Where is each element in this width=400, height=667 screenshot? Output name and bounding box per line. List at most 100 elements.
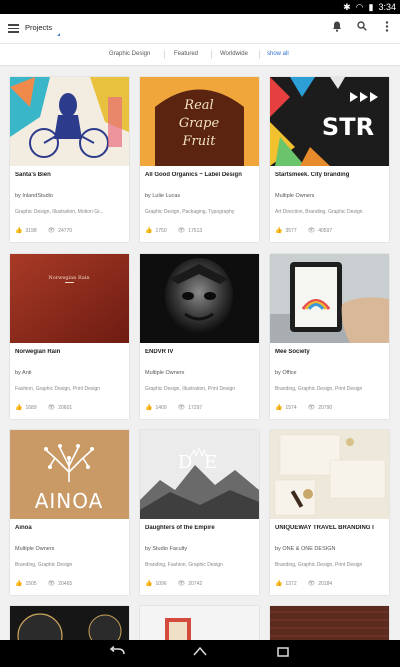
project-stats: 👍 3198 👁 24770 — [15, 227, 73, 235]
search-icon[interactable] — [355, 21, 369, 35]
eye-icon: 👁 — [47, 228, 56, 234]
svg-text:AINOA: AINOA — [35, 489, 104, 513]
project-thumbnail[interactable]: AINOA — [10, 430, 129, 519]
project-stats: 👍 1689 👁 20601 — [15, 404, 72, 412]
project-owner[interactable]: by InlandStudio — [15, 193, 53, 199]
project-card[interactable] — [140, 606, 259, 640]
project-stats: 👍 1409 👁 17297 — [145, 404, 202, 412]
project-owner[interactable]: by Anti — [15, 370, 32, 376]
status-bar: ✱ ◠ ▮ 3:34 — [0, 0, 400, 14]
thumbnail-lettering: Real — [183, 98, 213, 113]
project-thumbnail[interactable] — [270, 254, 389, 343]
system-navigation-bar — [0, 640, 400, 667]
project-thumbnail[interactable] — [140, 254, 259, 343]
svg-text:Norwegian Rain: Norwegian Rain — [48, 275, 90, 281]
views-count: 40597 — [318, 227, 333, 234]
page-title[interactable]: Projects — [25, 23, 52, 32]
project-card[interactable]: STR Startsmeek. City branding Multiple O… — [270, 77, 389, 242]
views-count: 17513 — [188, 227, 203, 234]
project-stats: 👍 1505 👁 20465 — [15, 580, 73, 588]
project-card[interactable]: UNIQUEWAY TRAVEL BRANDING I by ONE & ONE… — [270, 430, 389, 595]
overflow-menu-icon[interactable] — [380, 21, 394, 35]
project-fields: Fashion, Graphic Design, Print Design — [15, 386, 101, 392]
home-icon[interactable] — [191, 646, 209, 660]
project-stats: 👍 1096 👁 20742 — [145, 580, 202, 588]
views-count: 20465 — [58, 580, 73, 587]
project-card[interactable]: Real Grape Fruit All Good Organics ~ Lab… — [140, 77, 259, 242]
eye-icon: 👁 — [307, 581, 316, 587]
project-thumbnail[interactable] — [140, 606, 259, 640]
likes-count: 1096 — [155, 580, 167, 587]
project-owner[interactable]: Multiple Owners — [15, 546, 54, 552]
thumbs-up-icon: 👍 — [15, 405, 23, 411]
likes-count: 1689 — [25, 404, 37, 411]
project-fields: Graphic Design, Packaging, Typography — [145, 209, 235, 215]
thumbs-up-icon: 👍 — [145, 405, 153, 411]
thumbs-up-icon: 👍 — [275, 581, 283, 587]
project-grid: Santa's Bien by InlandStudio Graphic Des… — [0, 66, 400, 640]
project-thumbnail[interactable]: Norwegian Rain — [10, 254, 129, 343]
eye-icon: 👁 — [47, 581, 56, 587]
project-thumbnail[interactable] — [10, 606, 129, 640]
project-card[interactable]: AINOA Ainoa Multiple Owners Branding, Gr… — [10, 430, 129, 595]
project-owner[interactable]: by Studio Faculty — [145, 546, 187, 552]
likes-count: 1409 — [155, 404, 167, 411]
project-thumbnail[interactable]: D E — [140, 430, 259, 519]
project-fields: Branding, Graphic Design, Print Design — [275, 562, 363, 568]
project-card[interactable]: Mee Society by Office Branding, Graphic … — [270, 254, 389, 419]
project-card[interactable]: D E Daughters of the Empire by Studio Fa… — [140, 430, 259, 595]
project-title[interactable]: UNIQUEWAY TRAVEL BRANDING I — [275, 525, 387, 531]
filter-location[interactable]: Worldwide — [220, 51, 248, 57]
eye-icon: 👁 — [47, 405, 56, 411]
project-title[interactable]: Santa's Bien — [15, 172, 127, 178]
likes-count: 1505 — [25, 580, 37, 587]
project-fields: Graphic Design, Illustration, Motion Gr.… — [15, 209, 104, 215]
eye-icon: 👁 — [177, 405, 186, 411]
filter-field[interactable]: Graphic Design — [109, 51, 150, 57]
thumbs-up-icon: 👍 — [145, 228, 153, 234]
project-thumbnail[interactable] — [10, 77, 129, 166]
project-title[interactable]: Mee Society — [275, 349, 387, 355]
filter-featured[interactable]: Featured — [174, 51, 198, 57]
thumbs-up-icon: 👍 — [15, 581, 23, 587]
project-owner[interactable]: by ONE & ONE DESIGN — [275, 546, 336, 552]
project-card[interactable]: ENDVR IV Multiple Owners Graphic Design,… — [140, 254, 259, 419]
back-icon[interactable] — [108, 645, 126, 660]
project-owner[interactable]: by Lulie Lucas — [145, 193, 180, 199]
project-thumbnail[interactable] — [270, 606, 389, 640]
project-stats: 👍 1750 👁 17513 — [145, 227, 203, 235]
battery-icon: ▮ — [368, 2, 374, 12]
project-fields: Branding, Graphic Design, Print Design — [275, 386, 363, 392]
filter-show-all[interactable]: show all — [267, 51, 289, 57]
project-title[interactable]: All Good Organics ~ Label Design — [145, 172, 257, 178]
views-count: 24770 — [58, 227, 73, 234]
filter-divider — [211, 50, 212, 59]
project-fields: Branding, Graphic Design — [15, 562, 73, 568]
thumbs-up-icon: 👍 — [275, 405, 283, 411]
project-thumbnail[interactable]: STR — [270, 77, 389, 166]
project-thumbnail[interactable]: Real Grape Fruit — [140, 77, 259, 166]
project-title[interactable]: Ainoa — [15, 525, 127, 531]
project-title[interactable]: ENDVR IV — [145, 349, 257, 355]
project-card[interactable] — [270, 606, 389, 640]
project-fields: Graphic Design, Illustration, Print Desi… — [145, 386, 236, 392]
project-title[interactable]: Startsmeek. City branding — [275, 172, 387, 178]
eye-icon: 👁 — [177, 581, 186, 587]
project-title[interactable]: Norwegian Rain — [15, 349, 127, 355]
menu-icon[interactable] — [8, 22, 20, 34]
project-fields: Art Direction, Branding, Graphic Design — [275, 209, 363, 215]
recent-apps-icon[interactable] — [274, 646, 292, 660]
project-card[interactable]: Santa's Bien by InlandStudio Graphic Des… — [10, 77, 129, 242]
thumbs-up-icon: 👍 — [145, 581, 153, 587]
project-title[interactable]: Daughters of the Empire — [145, 525, 257, 531]
notifications-icon[interactable] — [330, 21, 344, 35]
svg-text:STR: STR — [322, 113, 374, 141]
project-owner[interactable]: by Office — [275, 370, 297, 376]
project-thumbnail[interactable] — [270, 430, 389, 519]
project-card[interactable]: Norwegian Rain Norwegian Rain by Anti Fa… — [10, 254, 129, 419]
project-owner[interactable]: Multiple Owners — [275, 193, 314, 199]
bluetooth-icon: ✱ — [343, 2, 351, 12]
project-owner[interactable]: Multiple Owners — [145, 370, 184, 376]
views-count: 20790 — [318, 404, 333, 411]
project-card[interactable] — [10, 606, 129, 640]
